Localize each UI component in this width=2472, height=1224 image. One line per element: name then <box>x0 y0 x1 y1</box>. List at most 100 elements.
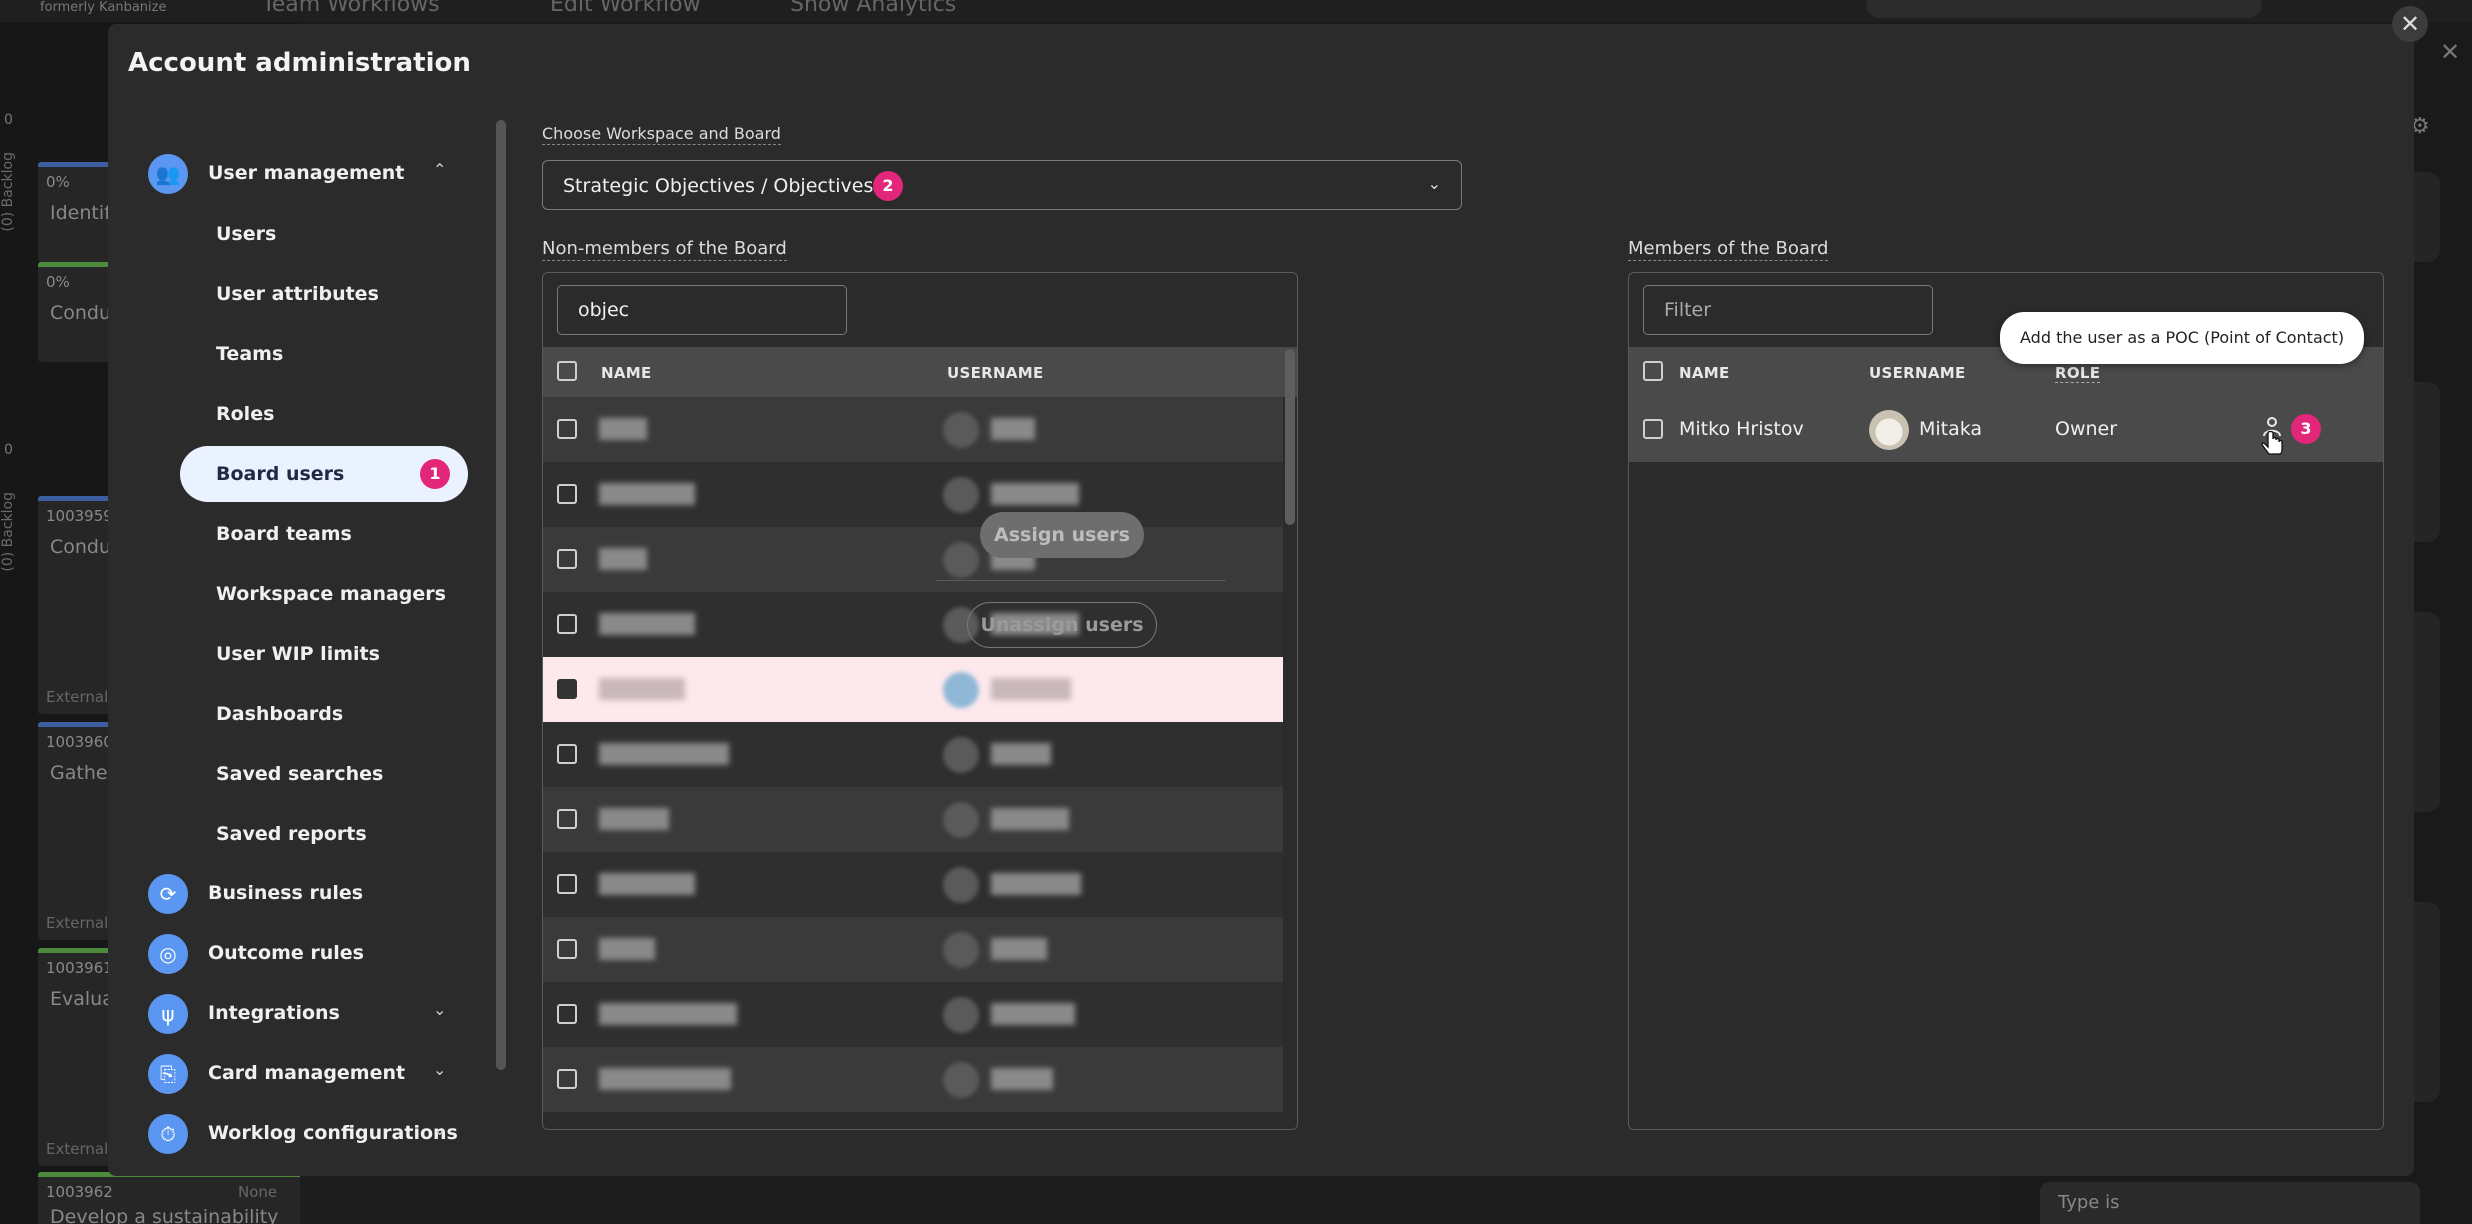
chevron-up-icon: ⌃ <box>433 160 447 179</box>
avatar <box>943 737 979 773</box>
bg-lane-count: 0 <box>4 112 13 128</box>
sidebar-group-worklog-configurations[interactable]: ⏱ Worklog configurations ⌄ <box>148 1110 458 1158</box>
row-checkbox[interactable] <box>557 744 577 764</box>
sidebar-group-business-rules[interactable]: ⟳ Business rules <box>148 870 458 918</box>
blurred-name <box>599 548 647 570</box>
users-icon: 👥 <box>148 154 188 194</box>
table-row[interactable] <box>543 1047 1283 1112</box>
blurred-username <box>991 938 1047 960</box>
step-badge: 1 <box>420 459 450 489</box>
avatar <box>943 1062 979 1098</box>
sidebar-item-teams[interactable]: Teams <box>180 326 468 382</box>
sidebar-item-user-wip-limits[interactable]: User WIP limits <box>180 626 468 682</box>
row-checkbox[interactable] <box>557 1004 577 1024</box>
blurred-username <box>991 678 1071 700</box>
select-all-checkbox[interactable] <box>557 361 577 381</box>
sidebar-item-saved-reports[interactable]: Saved reports <box>180 806 468 862</box>
sidebar-item-workspace-managers[interactable]: Workspace managers <box>180 566 468 622</box>
blurred-name <box>599 1003 737 1025</box>
step-badge: 2 <box>873 171 903 201</box>
unassign-users-button[interactable]: Unassign users <box>967 602 1157 648</box>
sidebar-item-roles[interactable]: Roles <box>180 386 468 442</box>
hand-cursor-icon <box>2261 431 2283 455</box>
table-row[interactable] <box>543 982 1283 1047</box>
sidebar-group-card-management[interactable]: ⎘ Card management ⌄ <box>148 1050 458 1098</box>
sidebar-item-user-attributes[interactable]: User attributes <box>180 266 468 322</box>
blurred-name <box>599 418 647 440</box>
table-row[interactable] <box>543 917 1283 982</box>
blurred-username <box>991 873 1081 895</box>
sidebar-group-label: Worklog configurations <box>208 1122 458 1144</box>
row-checkbox[interactable] <box>557 939 577 959</box>
table-row[interactable] <box>543 527 1283 592</box>
sidebar-item-saved-searches[interactable]: Saved searches <box>180 746 468 802</box>
table-row[interactable] <box>543 397 1283 462</box>
modal-title: Account administration <box>128 48 471 78</box>
sidebar-group-label: Integrations <box>208 1002 340 1024</box>
brand-subtitle: formerly Kanbanize <box>40 0 167 15</box>
workspace-select-value: Strategic Objectives / Objectives <box>563 175 874 197</box>
table-row[interactable] <box>543 657 1283 722</box>
account-administration-modal: Account administration 👥 User management… <box>108 24 2414 1176</box>
row-checkbox[interactable] <box>557 1069 577 1089</box>
bg-lane-count: 0 <box>4 442 13 458</box>
chevron-down-icon: ⌄ <box>433 1000 447 1019</box>
blurred-name <box>599 743 729 765</box>
row-checkbox[interactable] <box>557 614 577 634</box>
blurred-username <box>991 1068 1053 1090</box>
blurred-name <box>599 808 669 830</box>
row-checkbox[interactable] <box>557 549 577 569</box>
sidebar-item-board-teams[interactable]: Board teams <box>180 506 468 562</box>
chevron-down-icon: ⌄ <box>433 1060 447 1079</box>
avatar <box>943 997 979 1033</box>
step-badge: 3 <box>2291 414 2321 444</box>
sidebar-scrollbar[interactable] <box>496 120 506 1070</box>
bg-tab-show-analytics: Show Analytics <box>790 0 957 17</box>
blurred-username <box>991 483 1079 505</box>
avatar <box>1869 410 1909 450</box>
table-row[interactable] <box>543 722 1283 787</box>
table-row[interactable] <box>543 787 1283 852</box>
bg-tab-team-workflows: Team Workflows <box>262 0 440 17</box>
row-checkbox[interactable] <box>557 809 577 829</box>
table-row[interactable] <box>543 462 1283 527</box>
row-checkbox[interactable] <box>557 874 577 894</box>
refresh-icon: ⟳ <box>148 874 188 914</box>
non-members-table-header: NAME USERNAME <box>543 347 1297 397</box>
close-icon[interactable]: ✕ <box>2392 6 2428 42</box>
avatar <box>943 802 979 838</box>
members-filter-input[interactable] <box>1643 285 1933 335</box>
assign-users-button[interactable]: Assign users <box>980 512 1144 558</box>
column-header-username: USERNAME <box>1869 364 1966 382</box>
sidebar-group-integrations[interactable]: ψ Integrations ⌄ <box>148 990 458 1038</box>
sidebar-group-outcome-rules[interactable]: ◎ Outcome rules <box>148 930 458 978</box>
column-header-name: NAME <box>601 364 652 382</box>
sidebar-group-label: User management <box>208 162 405 184</box>
sidebar-item-users[interactable]: Users <box>180 206 468 262</box>
bg-lane-label: (0) Backlog <box>0 152 16 232</box>
table-row[interactable] <box>543 592 1283 657</box>
non-members-scrollbar[interactable] <box>1285 349 1295 525</box>
table-row[interactable] <box>543 852 1283 917</box>
non-members-filter-input[interactable] <box>557 285 847 335</box>
sidebar-group-user-management[interactable]: 👥 User management ⌃ <box>148 150 458 198</box>
bg-type-filter: Type is <box>2040 1182 2420 1224</box>
select-all-checkbox[interactable] <box>1643 361 1663 381</box>
workspace-board-select[interactable]: Strategic Objectives / Objectives 2 ⌄ <box>542 160 1462 210</box>
card-icon: ⎘ <box>148 1054 188 1094</box>
sidebar-group-label: Business rules <box>208 882 364 904</box>
blurred-username <box>991 418 1035 440</box>
row-checkbox[interactable] <box>1643 419 1663 439</box>
sidebar-item-dashboards[interactable]: Dashboards <box>180 686 468 742</box>
row-checkbox[interactable] <box>557 679 577 699</box>
sidebar-item-board-users[interactable]: Board users 1 <box>180 446 468 502</box>
bg-search <box>1866 0 2262 18</box>
blurred-name <box>599 678 685 700</box>
row-checkbox[interactable] <box>557 419 577 439</box>
row-checkbox[interactable] <box>557 484 577 504</box>
non-members-list: NAME USERNAME <box>542 272 1298 1130</box>
blurred-name <box>599 483 695 505</box>
members-label: Members of the Board <box>1628 238 1829 261</box>
blurred-name <box>599 938 655 960</box>
poc-tooltip: Add the user as a POC (Point of Contact) <box>2000 312 2365 364</box>
